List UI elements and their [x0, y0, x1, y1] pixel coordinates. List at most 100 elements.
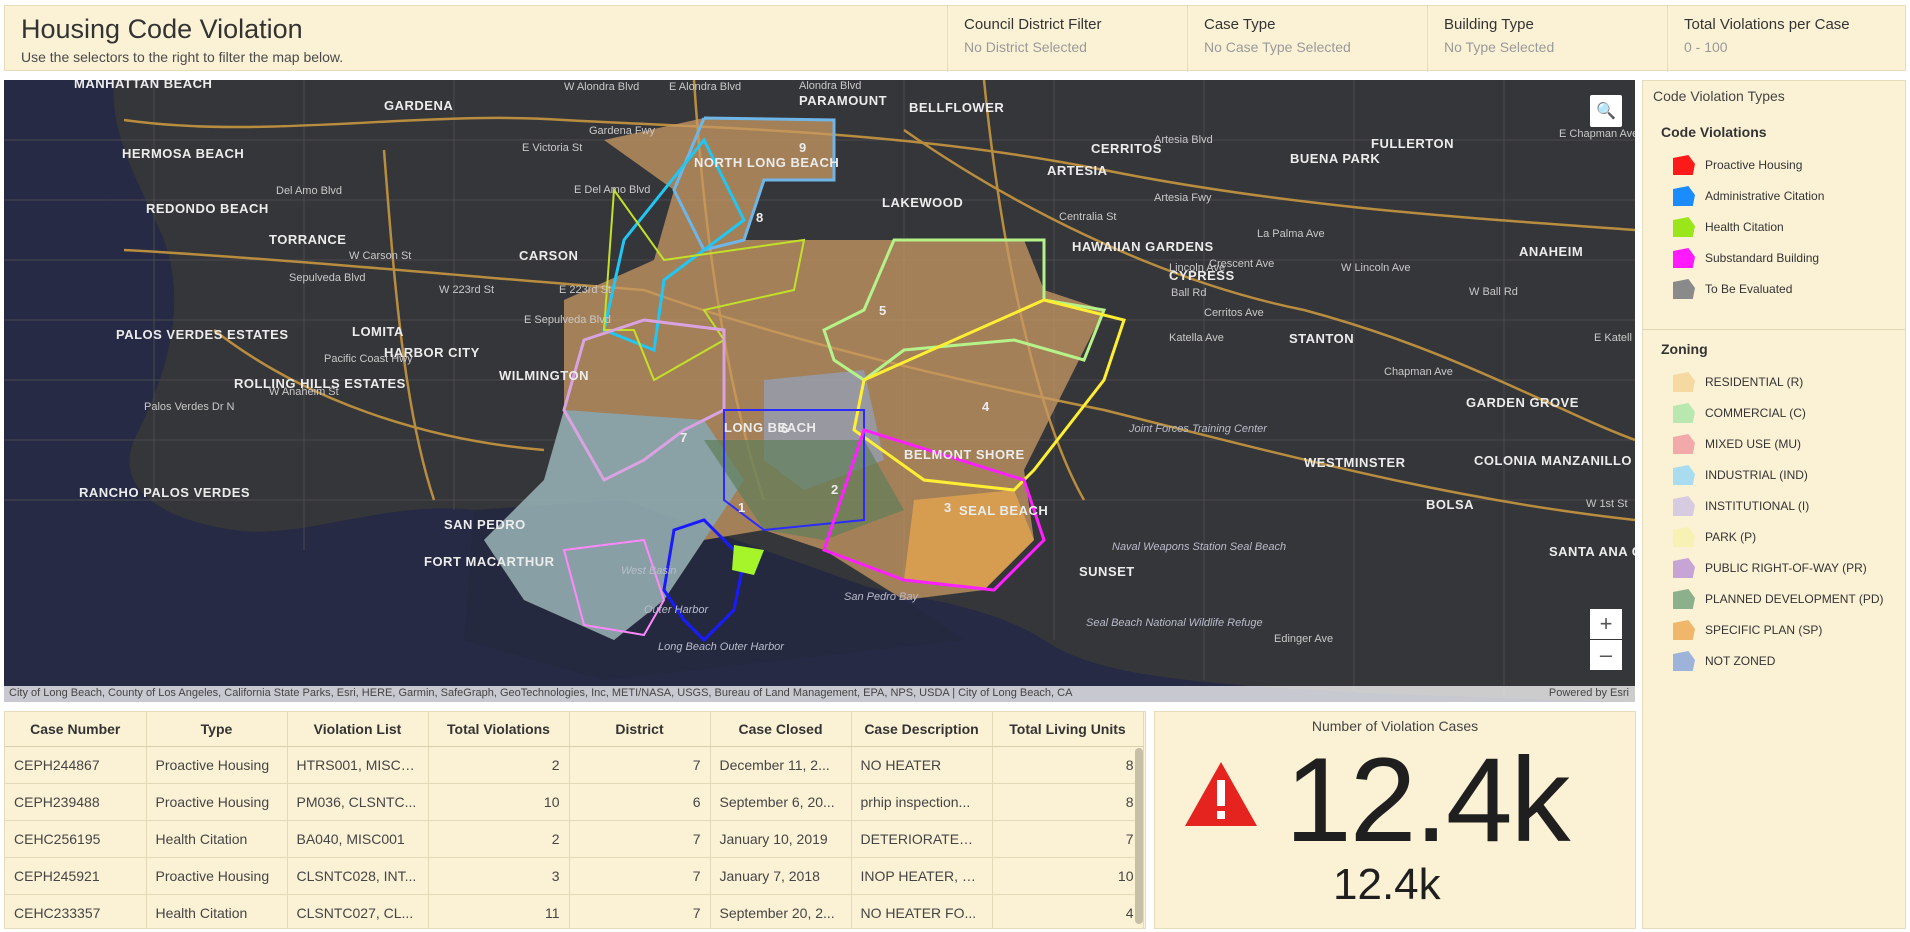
column-header[interactable]: Total Living Units [992, 712, 1144, 747]
table-row[interactable]: CEPH244867 Proactive Housing HTRS001, MISC… [5, 746, 1144, 784]
column-header[interactable]: Type [146, 712, 288, 747]
legend-item-violation: To Be Evaluated [1673, 279, 1792, 299]
legend-label: PUBLIC RIGHT-OF-WAY (PR) [1705, 561, 1867, 575]
legend-label: RESIDENTIAL (R) [1705, 375, 1804, 389]
legend-swatch [1673, 620, 1695, 640]
table-header-row: Case Number Type Violation List Total Viola… [5, 712, 1144, 747]
table-cell: Health Citation [146, 894, 288, 928]
table-cell: January 10, 2019 [710, 820, 852, 858]
city-label: BELLFLOWER [909, 100, 1004, 115]
violations-heading: Code Violations [1661, 124, 1767, 140]
city-label: GARDEN GROVE [1466, 395, 1579, 410]
legend-item-zoning: MIXED USE (MU) [1673, 434, 1801, 454]
filter-value: No District Selected [964, 39, 1087, 55]
table-row[interactable]: CEPH245921 Proactive Housing CLSNTC028, IN… [5, 857, 1144, 895]
city-label: STANTON [1289, 331, 1354, 346]
warning-icon [1185, 762, 1257, 826]
city-label: BELMONT SHORE [904, 447, 1025, 462]
indicator-title: Number of Violation Cases [1311, 718, 1479, 734]
street-label: W Anaheim St [269, 386, 339, 398]
street-label: Katella Ave [1169, 332, 1224, 344]
table-cell: CEHC233357 [5, 894, 147, 928]
column-header[interactable]: Case Description [851, 712, 993, 747]
legend-swatch [1673, 248, 1695, 268]
column-header[interactable]: District [569, 712, 711, 747]
table-row[interactable]: CEHC233357 Health Citation CLSNTC027, CL..… [5, 894, 1144, 928]
legend-item-zoning: SPECIFIC PLAN (SP) [1673, 620, 1822, 640]
district-label: 2 [831, 482, 839, 497]
table-cell: 7 [569, 857, 711, 895]
table-cell: DETERIORATED ... [851, 820, 993, 858]
city-label: TORRANCE [269, 232, 346, 247]
city-label: BOLSA [1426, 497, 1474, 512]
table-cell: December 11, 2... [710, 746, 852, 784]
city-label: ANAHEIM [1519, 244, 1583, 259]
street-label: E Katell [1594, 332, 1632, 344]
city-label: LONG BEACH [724, 420, 816, 435]
street-label: Centralia St [1059, 211, 1116, 223]
column-header[interactable]: Violation List [287, 712, 429, 747]
table-cell: September 20, 2... [710, 894, 852, 928]
header-panel: Housing Code Violation Use the selectors… [4, 5, 1906, 72]
table-cell: CEHC256195 [5, 820, 147, 858]
district-label: 7 [680, 430, 688, 445]
district-label: 3 [944, 500, 952, 515]
powered-by-esri[interactable]: Powered by Esri [1549, 687, 1629, 699]
city-label: LOMITA [352, 324, 404, 339]
table-cell: PM036, CLSNTC... [287, 783, 429, 821]
table-cell: 2 [428, 746, 570, 784]
map-canvas[interactable]: 9 8 5 4 7 6 2 3 1 MANHATTAN BEACH GARDEN… [4, 80, 1635, 702]
city-label: SEAL BEACH [959, 503, 1048, 518]
street-label: E Del Amo Blvd [574, 184, 650, 196]
indicator-value: 12.4k [1285, 733, 1571, 867]
legend-swatch [1673, 496, 1695, 516]
zoom-in-button[interactable]: + [1590, 609, 1622, 639]
filter-label: Case Type [1204, 16, 1276, 33]
table-row[interactable]: CEHC256195 Health Citation BA040, MISC001 2… [5, 820, 1144, 858]
legend-swatch [1673, 558, 1695, 578]
case-type-filter[interactable]: Case Type No Case Type Selected [1187, 6, 1427, 72]
total-violations-filter[interactable]: Total Violations per Case 0 - 100 [1667, 6, 1905, 72]
city-label: SUNSET [1079, 564, 1135, 579]
scrollbar-thumb[interactable] [1135, 748, 1143, 924]
table-scrollbar[interactable] [1135, 748, 1143, 924]
table-cell: 3 [428, 857, 570, 895]
filter-label: Total Violations per Case [1684, 16, 1850, 33]
table-cell: Proactive Housing [146, 857, 288, 895]
page-subtitle: Use the selectors to the right to filter… [21, 49, 344, 65]
water-label: Seal Beach National Wildlife Refuge [1086, 617, 1263, 629]
table-cell: September 6, 20... [710, 783, 852, 821]
legend-item-zoning: INDUSTRIAL (IND) [1673, 465, 1808, 485]
table-cell: INOP HEATER, S... [851, 857, 993, 895]
table-cell: CLSNTC027, CL... [287, 894, 429, 928]
legend-swatch [1673, 589, 1695, 609]
table-cell: Health Citation [146, 820, 288, 858]
indicator-secondary-value: 12.4k [1333, 860, 1441, 909]
legend-label: PARK (P) [1705, 530, 1757, 544]
zoom-out-button[interactable]: – [1590, 640, 1622, 670]
violations-table-panel: Case Number Type Violation List Total Viola… [4, 711, 1146, 929]
legend-item-zoning: COMMERCIAL (C) [1673, 403, 1806, 423]
table-cell: CEPH239488 [5, 783, 147, 821]
column-header[interactable]: Case Number [5, 712, 147, 747]
table-cell: CEPH244867 [5, 746, 147, 784]
map-view[interactable]: 9 8 5 4 7 6 2 3 1 MANHATTAN BEACH GARDEN… [4, 80, 1635, 702]
legend-item-violation: Administrative Citation [1673, 186, 1824, 206]
column-header[interactable]: Case Closed [710, 712, 852, 747]
building-type-filter[interactable]: Building Type No Type Selected [1427, 6, 1667, 72]
table-row[interactable]: CEPH239488 Proactive Housing PM036, CLSNTC… [5, 783, 1144, 821]
legend-label: SPECIFIC PLAN (SP) [1705, 623, 1823, 637]
legend-swatch [1673, 155, 1695, 175]
street-label: Ball Rd [1171, 287, 1206, 299]
legend-panel: Code Violation Types Code Violations Pro… [1642, 80, 1906, 929]
column-header[interactable]: Total Violations [428, 712, 570, 747]
attribution-text: City of Long Beach, County of Los Angele… [9, 687, 1073, 699]
council-district-filter[interactable]: Council District Filter No District Sele… [947, 6, 1187, 72]
district-label: 4 [982, 399, 990, 414]
street-label: Lincoln Ave [1169, 262, 1225, 274]
street-label: Artesia Fwy [1154, 192, 1212, 204]
table-cell: 7 [992, 820, 1144, 858]
search-icon[interactable]: 🔍 [1590, 95, 1622, 127]
water-label: West Basin [621, 565, 676, 577]
legend-swatch [1673, 651, 1695, 671]
